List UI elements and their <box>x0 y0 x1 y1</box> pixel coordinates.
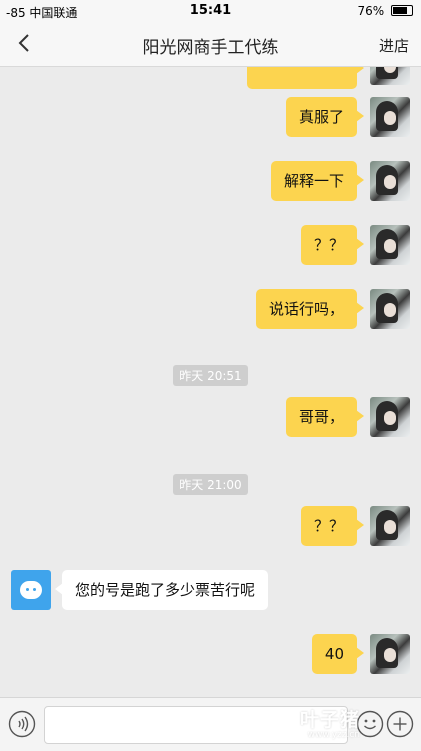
my-avatar[interactable] <box>370 225 410 265</box>
battery-icon <box>391 5 413 16</box>
emoji-icon[interactable] <box>356 710 384 738</box>
timestamp: 昨天 21:00 <box>0 474 421 495</box>
timestamp-label: 昨天 20:51 <box>173 365 248 386</box>
message-bubble-partial <box>247 67 364 89</box>
watermark-main: 叶子猪 <box>300 709 361 731</box>
battery-percent: 76% <box>357 4 385 18</box>
message-bubble[interactable]: ？？ <box>300 506 365 546</box>
my-avatar[interactable] <box>370 289 410 329</box>
nav-bar: 阳光网商手工代练 进店 <box>0 22 421 67</box>
robot-icon <box>20 581 42 599</box>
voice-icon[interactable] <box>8 710 36 738</box>
seller-avatar[interactable] <box>11 570 51 610</box>
message-bubble[interactable]: 40 <box>311 634 365 674</box>
my-avatar[interactable] <box>370 97 410 137</box>
chat-area[interactable]: 真服了 解释一下 ？？ 说话行吗， 昨天 20:51 哥哥， 昨天 21:00 … <box>0 67 421 697</box>
my-avatar[interactable] <box>370 161 410 201</box>
timestamp-label: 昨天 21:00 <box>173 474 248 495</box>
message-bubble[interactable]: ？？ <box>300 225 365 265</box>
battery-status: 76% <box>357 4 413 18</box>
my-avatar[interactable] <box>370 397 410 437</box>
status-bar: -85 中国联通 15:41 76% <box>0 0 421 22</box>
message-bubble[interactable]: 说话行吗， <box>255 289 365 329</box>
timestamp: 昨天 20:51 <box>0 365 421 386</box>
my-avatar[interactable] <box>370 634 410 674</box>
message-bubble[interactable]: 哥哥， <box>285 397 365 437</box>
message-bubble[interactable]: 真服了 <box>285 97 365 137</box>
enter-shop-button[interactable]: 进店 <box>379 35 409 56</box>
watermark-url: www.yzz.cn <box>307 730 361 740</box>
my-avatar[interactable] <box>370 506 410 546</box>
message-bubble[interactable]: 解释一下 <box>270 161 365 201</box>
page-title: 阳光网商手工代练 <box>142 38 279 58</box>
message-bubble-incoming[interactable]: 您的号是跑了多少票苦行呢 <box>54 570 269 610</box>
plus-icon[interactable] <box>386 710 414 738</box>
watermark: 叶子猪 www.yzz.cn <box>300 705 360 740</box>
my-avatar[interactable] <box>370 67 410 85</box>
